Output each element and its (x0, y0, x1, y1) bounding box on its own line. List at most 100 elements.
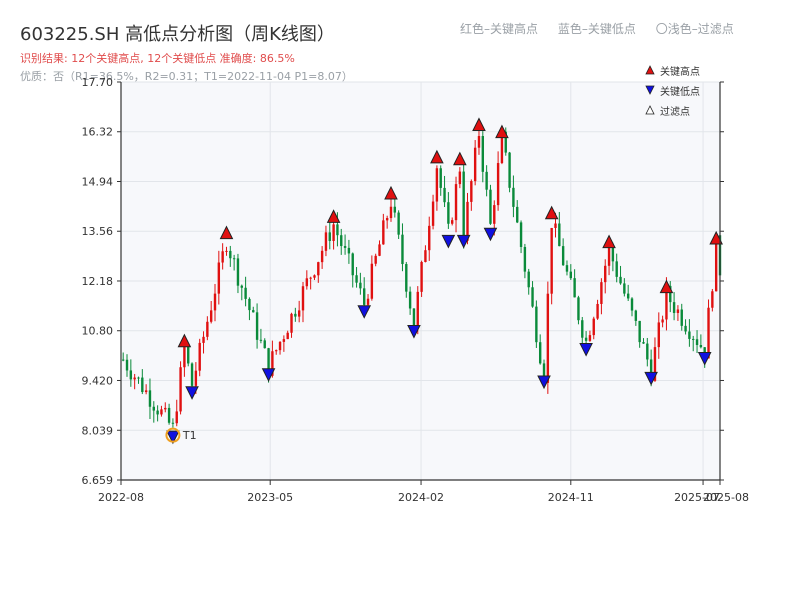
candle-body (657, 322, 660, 348)
candle-body (695, 339, 699, 346)
t1-label: T1 (182, 429, 197, 442)
candle-body (324, 232, 328, 251)
candle-body (213, 293, 217, 311)
candle-body (646, 343, 649, 360)
y-tick-label: 16.32 (82, 126, 114, 139)
candle-body (328, 232, 331, 241)
candle-body (519, 222, 523, 247)
candle-body (217, 262, 221, 294)
candle-body (125, 359, 129, 371)
candle-body (229, 250, 232, 259)
candle-body (164, 407, 167, 410)
candle-body (202, 336, 205, 343)
candle-body (317, 262, 320, 276)
candle-body (450, 220, 454, 224)
candle-body (190, 363, 194, 386)
candle-body (531, 287, 534, 307)
candle-body (148, 390, 152, 407)
candle-body (347, 247, 351, 254)
candle-body (577, 297, 580, 321)
legend-high-icon (645, 65, 655, 75)
candle-body (458, 171, 462, 185)
candle-body (508, 152, 511, 188)
candle-body (661, 319, 664, 323)
candle-body (431, 201, 435, 226)
legend-low-label: 关键低点 (660, 85, 700, 98)
x-tick-label: 2024-11 (548, 491, 594, 504)
candle-body (374, 255, 377, 264)
legend-high-label: 关键高点 (660, 65, 700, 78)
candle-body (684, 325, 687, 332)
candle-body (363, 288, 366, 305)
candle-body (412, 308, 416, 328)
candle-body (416, 291, 419, 328)
candle-body (313, 275, 316, 278)
candle-body (133, 377, 136, 380)
candle-body (554, 223, 557, 228)
candle-body (443, 187, 446, 203)
candle-body (676, 309, 680, 313)
candle-body (447, 202, 450, 224)
candle-body (527, 271, 530, 288)
candle-body (252, 310, 255, 313)
candle-body (420, 261, 423, 292)
candle-body (699, 345, 703, 348)
candle-body (209, 310, 213, 322)
candle-body (604, 265, 607, 283)
candle-body (496, 163, 500, 206)
candle-body (538, 342, 542, 364)
candle-body (584, 337, 588, 341)
x-tick-label: 2025-08 (703, 491, 749, 504)
candle-body (232, 258, 236, 260)
legend-filtered-label: 过滤点 (660, 105, 690, 118)
candle-body (626, 293, 630, 299)
candle-body (408, 291, 412, 309)
candle-body (588, 335, 592, 341)
candle-body (493, 205, 496, 224)
candle-body (473, 147, 477, 182)
candle-body (320, 250, 324, 263)
candle-body (297, 310, 301, 317)
candle-body (236, 258, 240, 286)
candle-body (244, 287, 247, 299)
candle-body (535, 306, 538, 343)
candle-body (129, 370, 133, 380)
candle-body (401, 234, 404, 265)
candle-body (351, 253, 354, 276)
candle-body (336, 224, 339, 236)
candle-body (278, 341, 282, 351)
candle-body (489, 189, 492, 224)
candle-body (607, 245, 611, 266)
y-tick-label: 12.18 (82, 275, 114, 288)
candle-body (634, 310, 638, 321)
candle-body (171, 422, 175, 424)
candle-body (523, 246, 527, 272)
candle-body (175, 411, 178, 424)
candle-body (286, 332, 289, 340)
candle-body (611, 245, 615, 262)
candle-body (688, 331, 691, 339)
candle-body (156, 410, 159, 415)
candle-body (558, 223, 561, 247)
candle-body (160, 409, 163, 415)
candle-body (623, 283, 626, 294)
candle-body (435, 168, 439, 202)
x-tick-label: 2024-02 (398, 491, 444, 504)
candle-body (389, 206, 393, 219)
candle-body (137, 377, 140, 379)
candle-body (179, 367, 182, 412)
y-tick-label: 13.56 (82, 225, 114, 238)
candle-body (225, 250, 228, 252)
candle-body (187, 346, 190, 364)
candle-body (642, 342, 645, 344)
candle-body (516, 206, 519, 223)
candle-body (707, 307, 710, 359)
candle-body (565, 265, 569, 272)
candle-body (462, 171, 465, 241)
candle-body (454, 184, 458, 221)
candle-body (596, 303, 599, 319)
candle-body (275, 350, 278, 352)
candle-body (692, 338, 695, 340)
candle-body (366, 298, 370, 305)
y-tick-label: 14.94 (82, 175, 114, 188)
